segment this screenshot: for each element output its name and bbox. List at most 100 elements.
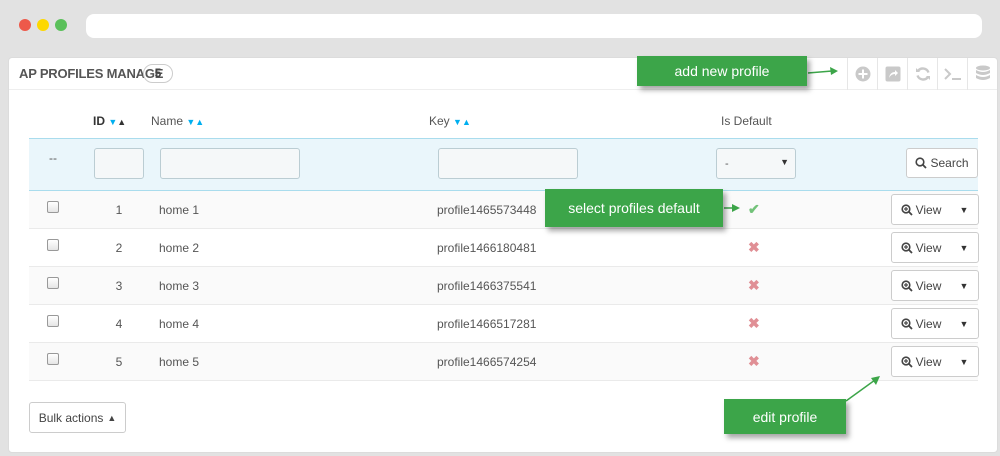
sort-asc-icon: ▲ <box>195 117 205 127</box>
row-key: profile1466375541 <box>437 279 537 293</box>
view-label: View <box>915 316 942 331</box>
not-default-cross-icon[interactable]: ✖ <box>748 315 760 332</box>
callout-add-new-profile: add new profile <box>637 56 807 86</box>
database-button[interactable] <box>967 58 997 90</box>
row-checkbox[interactable] <box>47 353 59 365</box>
database-icon <box>975 65 990 80</box>
sort-desc-icon: ▼ <box>108 117 118 127</box>
sql-query-button[interactable] <box>937 58 967 90</box>
caret-down-icon: ▼ <box>780 157 789 167</box>
row-name: home 3 <box>159 279 200 293</box>
row-checkbox[interactable] <box>47 277 59 289</box>
view-button[interactable]: View <box>892 203 950 217</box>
view-button-group: View ▼ <box>891 346 979 377</box>
view-button[interactable]: View <box>892 279 950 293</box>
column-header-key[interactable]: Key ▼▲ <box>429 114 471 128</box>
export-icon <box>885 66 900 82</box>
not-default-cross-icon[interactable]: ✖ <box>748 353 760 370</box>
caret-down-icon[interactable]: ▼ <box>950 319 978 329</box>
select-value: - <box>725 158 729 170</box>
view-label: View <box>915 240 942 255</box>
minimize-window-button[interactable] <box>37 19 49 31</box>
row-key: profile1466574254 <box>437 355 537 369</box>
row-checkbox[interactable] <box>47 315 59 327</box>
row-id: 4 <box>115 317 123 331</box>
view-button-group: View ▼ <box>891 270 979 301</box>
caret-down-icon[interactable]: ▼ <box>950 281 978 291</box>
caret-down-icon[interactable]: ▼ <box>950 205 978 215</box>
not-default-cross-icon[interactable]: ✖ <box>748 239 760 256</box>
is-default-filter-select[interactable]: - ▼ <box>716 148 796 179</box>
address-bar[interactable] <box>86 14 982 38</box>
table-row: 5 home 5 profile1466574254 ✖ View ▼ <box>29 343 979 381</box>
column-header-id[interactable]: ID ▼▲ <box>93 114 126 128</box>
view-label: View <box>915 278 942 293</box>
sort-desc-icon: ▼ <box>453 117 462 127</box>
view-button-group: View ▼ <box>891 194 979 225</box>
table-row: 4 home 4 profile1466517281 ✖ View ▼ <box>29 305 979 343</box>
caret-down-icon[interactable]: ▼ <box>950 357 978 367</box>
row-key: profile1465573448 <box>437 203 537 217</box>
search-button[interactable]: Search <box>906 148 978 178</box>
filter-placeholder: -- <box>49 151 57 165</box>
view-button[interactable]: View <box>892 241 950 255</box>
search-icon <box>915 157 928 169</box>
row-id: 2 <box>115 241 123 255</box>
row-id: 5 <box>115 355 123 369</box>
search-label: Search <box>930 156 969 170</box>
caret-up-icon: ▲ <box>107 412 117 423</box>
key-filter-input[interactable] <box>438 148 578 179</box>
default-check-icon[interactable]: ✔ <box>748 201 760 218</box>
filter-row: -- - ▼ Search <box>29 138 978 191</box>
add-icon <box>855 66 870 82</box>
add-new-profile-button[interactable] <box>847 58 877 90</box>
profiles-table: ID ▼▲ Name ▼▲ Key ▼▲ Is Default -- - ▼ S… <box>29 103 979 381</box>
maximize-window-button[interactable] <box>55 19 67 31</box>
id-filter-input[interactable] <box>94 148 144 179</box>
view-button-group: View ▼ <box>891 308 979 339</box>
row-key: profile1466517281 <box>437 317 537 331</box>
bulk-actions-button[interactable]: Bulk actions ▲ <box>29 402 126 433</box>
sort-asc-icon: ▲ <box>461 117 471 127</box>
panel-toolbar <box>847 58 997 90</box>
caret-down-icon[interactable]: ▼ <box>950 243 978 253</box>
row-id: 3 <box>115 279 123 293</box>
close-window-button[interactable] <box>19 19 31 31</box>
row-checkbox[interactable] <box>47 201 59 213</box>
row-name: home 5 <box>159 355 200 369</box>
row-checkbox[interactable] <box>47 239 59 251</box>
zoom-in-icon <box>900 279 913 292</box>
profiles-panel: AP PROFILES MANAGE 5 ID ▼▲ Name ▼▲ Key ▼… <box>8 57 998 453</box>
view-button[interactable]: View <box>892 317 950 331</box>
count-badge: 5 <box>143 64 173 83</box>
bulk-actions-label: Bulk actions <box>38 410 104 425</box>
name-filter-input[interactable] <box>160 148 300 179</box>
terminal-icon <box>943 68 961 80</box>
column-header-is-default: Is Default <box>721 114 772 128</box>
table-row: 2 home 2 profile1466180481 ✖ View ▼ <box>29 229 979 267</box>
row-name: home 4 <box>159 317 200 331</box>
export-button[interactable] <box>877 58 907 90</box>
view-button-group: View ▼ <box>891 232 979 263</box>
callout-edit-profile: edit profile <box>724 399 846 434</box>
zoom-in-icon <box>900 241 913 254</box>
row-name: home 2 <box>159 241 200 255</box>
view-button[interactable]: View <box>892 355 950 369</box>
table-row: 1 home 1 profile1465573448 ✔ View ▼ <box>29 191 979 229</box>
panel-title: AP PROFILES MANAGE <box>19 66 164 81</box>
not-default-cross-icon[interactable]: ✖ <box>748 277 760 294</box>
row-id: 1 <box>115 203 123 217</box>
refresh-icon <box>915 67 930 81</box>
callout-select-default: select profiles default <box>545 189 723 227</box>
view-label: View <box>915 354 942 369</box>
sort-desc-icon: ▼ <box>186 117 196 127</box>
zoom-in-icon <box>900 355 913 368</box>
table-row: 3 home 3 profile1466375541 ✖ View ▼ <box>29 267 979 305</box>
panel-header: AP PROFILES MANAGE 5 <box>9 58 997 90</box>
browser-chrome <box>0 0 1000 50</box>
row-key: profile1466180481 <box>437 241 537 255</box>
column-header-name[interactable]: Name ▼▲ <box>151 114 204 128</box>
zoom-in-icon <box>900 203 913 216</box>
refresh-button[interactable] <box>907 58 937 90</box>
sort-asc-icon: ▲ <box>117 117 127 127</box>
